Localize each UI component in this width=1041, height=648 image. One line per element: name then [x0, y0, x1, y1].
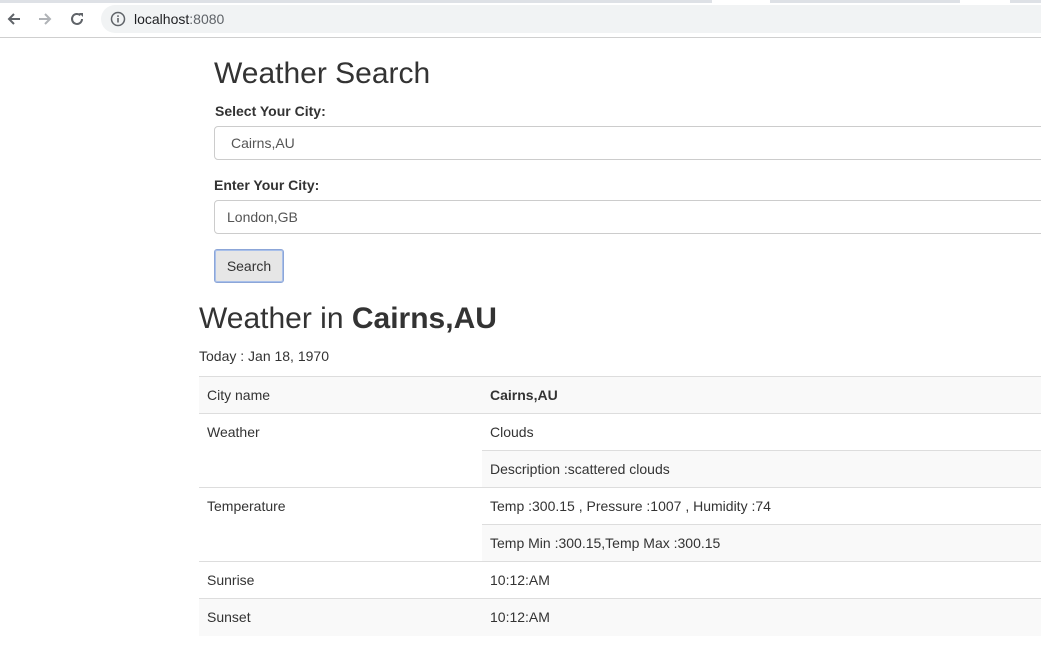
search-button[interactable]: Search	[214, 249, 284, 283]
today-date: Today : Jan 18, 1970	[199, 348, 329, 364]
city-name-value: Cairns,AU	[482, 376, 1041, 414]
sunrise-label: Sunrise	[199, 561, 482, 599]
browser-toolbar: localhost:8080	[0, 0, 1041, 38]
tab-strip-segment	[0, 0, 712, 3]
table-row: Temperature Temp :300.15 , Pressure :100…	[199, 487, 1041, 562]
sunset-value: 10:12:AM	[482, 598, 1041, 636]
weather-heading-prefix: Weather in	[199, 302, 344, 335]
url-port: :8080	[189, 11, 225, 27]
table-row: Sunrise 10:12:AM	[199, 561, 1041, 599]
back-button[interactable]	[3, 8, 25, 30]
info-icon[interactable]	[110, 11, 126, 27]
weather-table: City name Cairns,AU Weather Clouds Descr…	[199, 376, 1041, 636]
weather-label: Weather	[199, 413, 482, 488]
temperature-label: Temperature	[199, 487, 482, 562]
city-select[interactable]: Cairns,AU	[214, 126, 1041, 160]
forward-arrow-icon	[39, 13, 52, 25]
weather-heading-city: Cairns,AU	[351, 302, 497, 335]
back-arrow-icon	[7, 13, 20, 25]
reload-button[interactable]	[66, 8, 88, 30]
table-row: City name Cairns,AU	[199, 376, 1041, 414]
forward-button[interactable]	[34, 8, 56, 30]
tab-strip-segment	[770, 0, 960, 3]
table-row: Weather Clouds	[199, 413, 1041, 488]
weather-main-value: Clouds	[482, 413, 1041, 451]
enter-city-label: Enter Your City:	[214, 177, 320, 193]
page-title: Weather Search	[214, 57, 431, 90]
url-host: localhost	[134, 11, 190, 27]
temperature-minmax-value: Temp Min :300.15,Temp Max :300.15	[482, 524, 1041, 562]
weather-description-value: Description :scattered clouds	[482, 450, 1041, 488]
reload-icon	[71, 12, 83, 25]
url-text: localhost:8080	[134, 11, 224, 27]
select-city-label: Select Your City:	[215, 103, 326, 119]
weather-heading: Weather in Cairns,AU	[199, 300, 497, 338]
tab-strip	[0, 0, 1041, 3]
tab-strip-segment	[1010, 0, 1041, 3]
sunrise-value: 10:12:AM	[482, 561, 1041, 599]
table-row: Sunset 10:12:AM	[199, 598, 1041, 636]
city-input[interactable]: London,GB	[214, 200, 1041, 234]
city-name-label: City name	[199, 376, 482, 414]
address-bar[interactable]: localhost:8080	[101, 5, 1041, 33]
sunset-label: Sunset	[199, 598, 482, 636]
temperature-value: Temp :300.15 , Pressure :1007 , Humidity…	[482, 487, 1041, 525]
